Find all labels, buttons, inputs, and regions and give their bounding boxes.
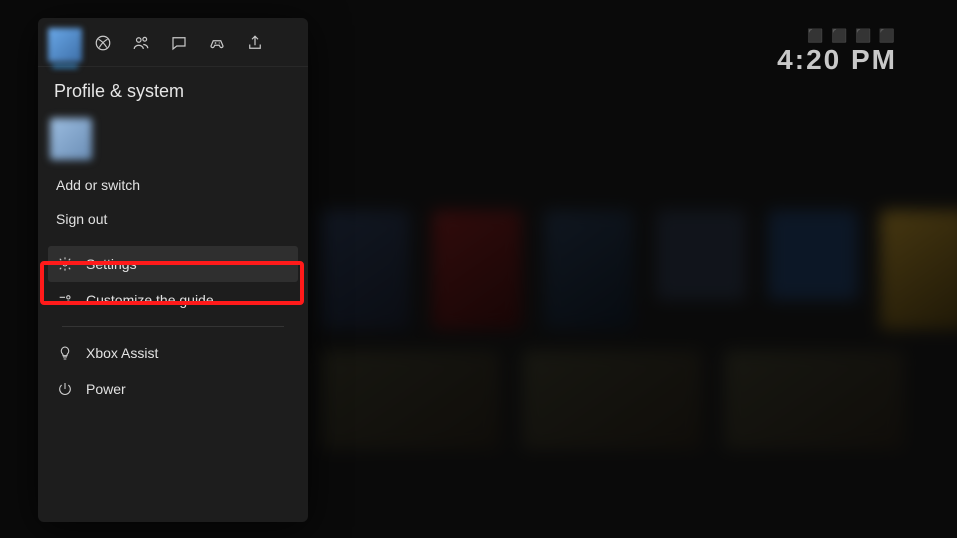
content-tile — [522, 350, 702, 450]
game-tile — [320, 210, 410, 330]
profile-avatar — [50, 118, 92, 160]
controller-icon — [208, 34, 226, 57]
chat-icon — [170, 34, 188, 57]
app-tile — [768, 210, 858, 300]
guide-menu: Add or switch Sign out Settings Customiz… — [38, 164, 308, 411]
clock-time: 4:20 PM — [777, 44, 897, 76]
menu-divider — [62, 326, 284, 327]
current-profile[interactable] — [38, 110, 308, 164]
status-indicators: ⬛ ⬛ ⬛ ⬛ — [777, 28, 897, 44]
xbox-logo-icon — [94, 34, 112, 57]
menu-label: Power — [86, 381, 126, 397]
panel-title: Profile & system — [38, 67, 308, 110]
tab-chat[interactable] — [162, 28, 196, 62]
guide-panel: Profile & system Add or switch Sign out … — [38, 18, 308, 522]
tab-games[interactable] — [200, 28, 234, 62]
gear-icon — [56, 255, 74, 273]
tab-profile[interactable] — [48, 28, 82, 62]
game-tile — [432, 210, 522, 330]
share-icon — [246, 34, 264, 57]
power-icon — [56, 380, 74, 398]
content-tile — [320, 350, 500, 450]
menu-label: Add or switch — [56, 177, 140, 193]
tab-people[interactable] — [124, 28, 158, 62]
menu-label: Customize the guide — [86, 292, 214, 308]
menu-xbox-assist[interactable]: Xbox Assist — [48, 335, 298, 371]
system-clock: ⬛ ⬛ ⬛ ⬛ 4:20 PM — [777, 28, 897, 76]
tab-share[interactable] — [238, 28, 272, 62]
menu-label: Sign out — [56, 211, 107, 227]
customize-icon — [56, 291, 74, 309]
app-tile — [656, 210, 746, 300]
people-icon — [132, 34, 150, 57]
menu-label: Xbox Assist — [86, 345, 158, 361]
menu-settings[interactable]: Settings — [48, 246, 298, 282]
menu-sign-out[interactable]: Sign out — [48, 202, 298, 236]
lightbulb-icon — [56, 344, 74, 362]
menu-add-or-switch[interactable]: Add or switch — [48, 168, 298, 202]
content-tile — [724, 350, 904, 450]
menu-label: Settings — [86, 256, 137, 272]
game-tile — [544, 210, 634, 330]
menu-power[interactable]: Power — [48, 371, 298, 407]
guide-tabs — [38, 18, 308, 67]
tab-xbox-home[interactable] — [86, 28, 120, 62]
menu-customize-guide[interactable]: Customize the guide — [48, 282, 298, 318]
game-tile — [880, 210, 957, 330]
